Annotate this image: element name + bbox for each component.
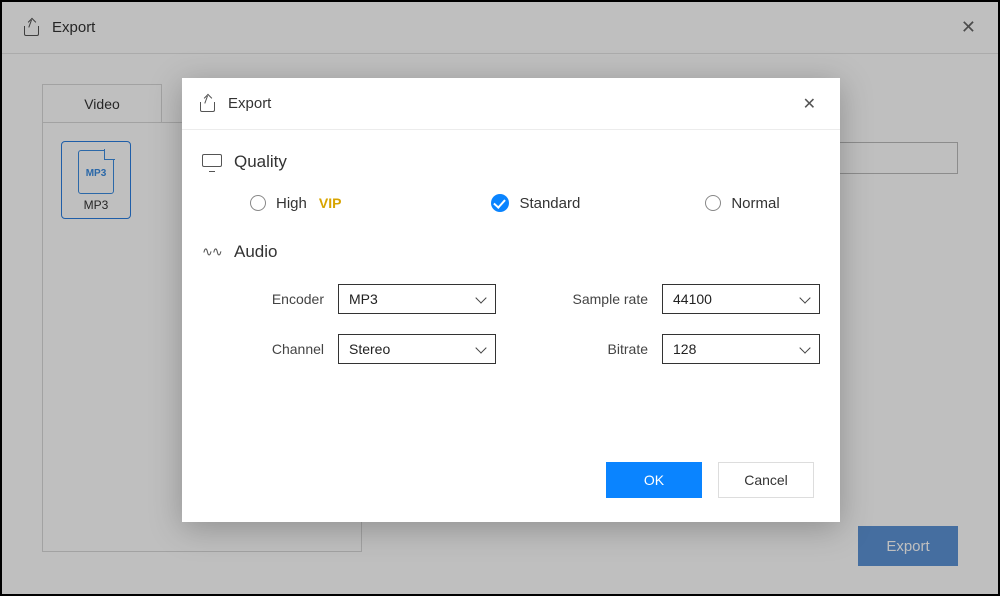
cancel-button[interactable]: Cancel: [718, 462, 814, 498]
export-settings-modal: Export ✕ Quality High VIP Standard: [182, 78, 840, 522]
radio-on-icon: [491, 194, 509, 212]
bitrate-select[interactable]: 128: [662, 334, 820, 364]
monitor-icon: [202, 154, 222, 170]
audio-section: ∿∿ Audio Encoder MP3 Sample rate 44100: [202, 242, 820, 364]
radio-off-icon: [705, 195, 721, 211]
sample-rate-select[interactable]: 44100: [662, 284, 820, 314]
vip-badge: VIP: [319, 195, 342, 211]
channel-select[interactable]: Stereo: [338, 334, 496, 364]
sample-rate-field: Sample rate 44100: [556, 284, 820, 314]
modal-header: Export ✕: [182, 78, 840, 130]
bitrate-field: Bitrate 128: [556, 334, 820, 364]
encoder-select[interactable]: MP3: [338, 284, 496, 314]
encoder-field: Encoder MP3: [232, 284, 496, 314]
quality-option-standard[interactable]: Standard: [491, 194, 580, 212]
quality-section: Quality High VIP Standard Normal: [202, 152, 820, 212]
channel-field: Channel Stereo: [232, 334, 496, 364]
modal-footer: OK Cancel: [606, 462, 814, 498]
waveform-icon: ∿∿: [202, 245, 222, 259]
modal-title: Export: [228, 95, 271, 112]
quality-option-high[interactable]: High VIP: [250, 195, 341, 212]
audio-section-title: Audio: [234, 242, 277, 262]
ok-button[interactable]: OK: [606, 462, 702, 498]
quality-section-title: Quality: [234, 152, 287, 172]
quality-option-normal[interactable]: Normal: [705, 195, 779, 212]
export-icon: [200, 96, 218, 112]
radio-off-icon: [250, 195, 266, 211]
modal-close-button[interactable]: ✕: [797, 90, 822, 118]
